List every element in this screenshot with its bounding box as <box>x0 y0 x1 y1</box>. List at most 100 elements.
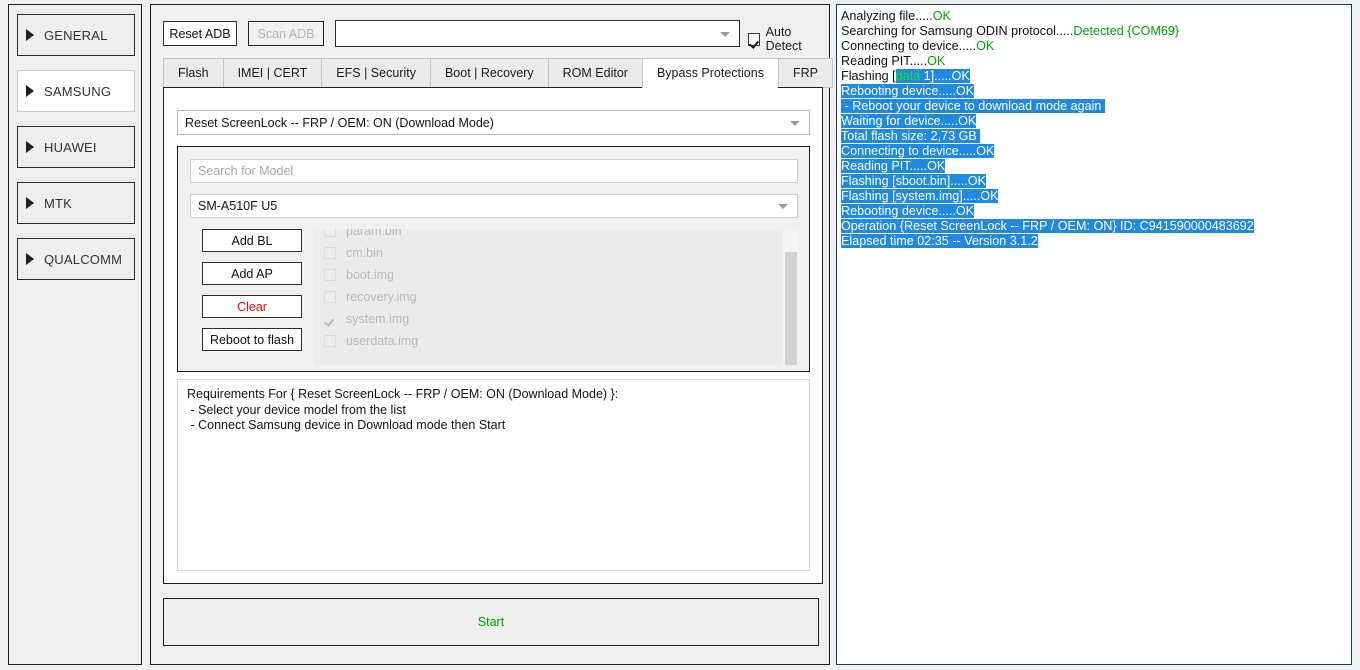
triangle-right-icon <box>26 29 34 41</box>
reset-adb-button[interactable]: Reset ADB <box>163 21 237 46</box>
log-line: Connecting to device.....OK <box>841 144 1347 159</box>
checkbox-icon[interactable] <box>324 247 336 259</box>
log-line: Rebooting device.....OK <box>841 84 1347 99</box>
log-text: Waiting for device.....OK <box>841 114 977 128</box>
checkbox-icon[interactable] <box>324 291 336 303</box>
list-item[interactable]: boot.img <box>314 264 799 286</box>
log-text: Flashing [sboot.bin].....OK <box>841 174 986 188</box>
tab-strip: Flash IMEI | CERT EFS | Security Boot | Rec… <box>163 58 833 88</box>
auto-detect-checkbox[interactable]: Auto Detect <box>748 25 823 53</box>
tab-frp[interactable]: FRP <box>777 58 833 88</box>
log-text: Reading PIT.....OK <box>841 159 946 173</box>
log-text: Flashing [system.img].....OK <box>841 189 999 203</box>
checkmark-icon[interactable] <box>324 313 336 325</box>
triangle-right-icon <box>26 141 34 153</box>
firmware-file-rows: param.bin cm.bin boot.img recovery.img syste… <box>314 229 799 352</box>
tab-boot-recovery[interactable]: Boot | Recovery <box>429 58 548 88</box>
search-input[interactable] <box>190 159 798 183</box>
log-line: Waiting for device.....OK <box>841 114 1347 129</box>
auto-detect-label: Auto Detect <box>765 25 802 53</box>
list-item[interactable]: cm.bin <box>314 242 799 264</box>
tab-rom-editor[interactable]: ROM Editor <box>547 58 642 88</box>
device-select-combobox[interactable] <box>335 20 740 47</box>
log-text: 1].....OK <box>920 69 970 83</box>
log-panel[interactable]: Analyzing file.....OK Searching for Samsu… <box>836 4 1352 665</box>
log-text: data <box>895 69 921 83</box>
sidebar-item-samsung[interactable]: SAMSUNG <box>17 70 135 112</box>
sidebar-item-label: QUALCOMM <box>44 251 123 267</box>
tab-flash[interactable]: Flash <box>163 58 223 88</box>
tab-bypass-protections[interactable]: Bypass Protections <box>641 58 778 88</box>
operation-combobox[interactable]: Reset ScreenLock -- FRP / OEM: ON (Downl… <box>177 110 810 135</box>
log-text: OK <box>976 39 995 53</box>
log-text: Total flash size: 2,73 GB <box>841 129 981 143</box>
log-line: Flashing [data 1].....OK <box>841 69 1347 84</box>
model-combobox[interactable]: SM-A510F U5 <box>190 194 798 218</box>
log-text: Detected {COM69} <box>1073 24 1180 38</box>
sidebar-item-general[interactable]: GENERAL <box>17 14 135 56</box>
log-line: Flashing [system.img].....OK <box>841 189 1347 204</box>
checkbox-icon[interactable] <box>324 229 336 237</box>
log-text: - Reboot your device to download mode ag… <box>841 99 1105 113</box>
log-text: Analyzing file..... <box>841 9 933 23</box>
brand-sidebar: GENERAL SAMSUNG HUAWEI MTK QUALCOMM <box>8 4 142 665</box>
triangle-right-icon <box>26 253 34 265</box>
chevron-down-icon <box>790 120 800 126</box>
scrollbar-thumb[interactable] <box>785 252 797 365</box>
log-output: Analyzing file.....OK Searching for Samsu… <box>841 9 1347 660</box>
triangle-right-icon <box>26 197 34 209</box>
log-line: Connecting to device.....OK <box>841 39 1347 54</box>
list-item[interactable]: userdata.img <box>314 330 799 352</box>
sidebar-item-label: GENERAL <box>44 27 108 43</box>
scan-adb-button[interactable]: Scan ADB <box>248 21 324 46</box>
triangle-right-icon <box>26 85 34 97</box>
application-window: GENERAL SAMSUNG HUAWEI MTK QUALCOMM Reset AD… <box>0 0 1360 670</box>
log-line: Flashing [sboot.bin].....OK <box>841 174 1347 189</box>
model-selected-value: SM-A510F U5 <box>198 199 278 213</box>
log-text: Reading PIT..... <box>841 54 928 68</box>
file-list-scrollbar[interactable] <box>783 229 799 365</box>
chevron-down-icon <box>778 204 788 209</box>
log-text: Flashing [ <box>841 69 896 83</box>
sidebar-item-label: HUAWEI <box>44 139 97 155</box>
file-name: cm.bin <box>346 246 383 260</box>
log-text: Rebooting device.....OK <box>841 204 975 218</box>
log-line: Searching for Samsung ODIN protocol.....… <box>841 24 1347 39</box>
log-text: Connecting to device..... <box>841 39 977 53</box>
list-item[interactable]: param.bin <box>314 229 799 242</box>
file-name: boot.img <box>346 268 394 282</box>
sidebar-item-mtk[interactable]: MTK <box>17 182 135 224</box>
adb-toolbar: Reset ADB Scan ADB Auto Detect <box>163 18 823 53</box>
checkmark-icon <box>748 32 760 46</box>
sidebar-item-qualcomm[interactable]: QUALCOMM <box>17 238 135 280</box>
firmware-file-list[interactable]: param.bin cm.bin boot.img recovery.img syste… <box>314 229 799 365</box>
model-selection-group: SM-A510F U5 Add BL Add AP Clear Reboot to f… <box>177 146 810 372</box>
sidebar-item-huawei[interactable]: HUAWEI <box>17 126 135 168</box>
log-text: Searching for Samsung ODIN protocol..... <box>841 24 1074 38</box>
sidebar-item-label: SAMSUNG <box>44 83 112 99</box>
checkbox-icon[interactable] <box>324 335 336 347</box>
log-line: Total flash size: 2,73 GB <box>841 129 1347 144</box>
add-bl-button[interactable]: Add BL <box>202 229 302 252</box>
main-panel: Reset ADB Scan ADB Auto Detect Flash IMEI… <box>150 4 833 665</box>
add-ap-button[interactable]: Add AP <box>202 262 302 285</box>
checkbox-icon[interactable] <box>324 269 336 281</box>
tab-efs-security[interactable]: EFS | Security <box>321 58 430 88</box>
log-text: Operation {Reset ScreenLock -- FRP / OEM… <box>841 219 1254 233</box>
log-text: OK <box>932 9 951 23</box>
start-button[interactable]: Start <box>163 598 819 646</box>
list-item[interactable]: system.img <box>314 308 799 330</box>
file-name: param.bin <box>346 229 402 238</box>
log-line: Operation {Reset ScreenLock -- FRP / OEM… <box>841 219 1347 234</box>
log-text: Elapsed time 02:35 -- Version 3.1.2 <box>841 234 1038 248</box>
operation-selected-value: Reset ScreenLock -- FRP / OEM: ON (Downl… <box>185 115 494 130</box>
list-item[interactable]: recovery.img <box>314 286 799 308</box>
clear-button[interactable]: Clear <box>202 295 302 318</box>
log-text: OK <box>927 54 946 68</box>
bypass-protections-page: Reset ScreenLock -- FRP / OEM: ON (Downl… <box>163 87 823 584</box>
sidebar-item-label: MTK <box>44 195 73 211</box>
log-text: Rebooting device.....OK <box>841 84 975 98</box>
reboot-to-flash-button[interactable]: Reboot to flash <box>202 328 302 351</box>
log-line: Analyzing file.....OK <box>841 9 1347 24</box>
tab-imei-cert[interactable]: IMEI | CERT <box>222 58 322 88</box>
